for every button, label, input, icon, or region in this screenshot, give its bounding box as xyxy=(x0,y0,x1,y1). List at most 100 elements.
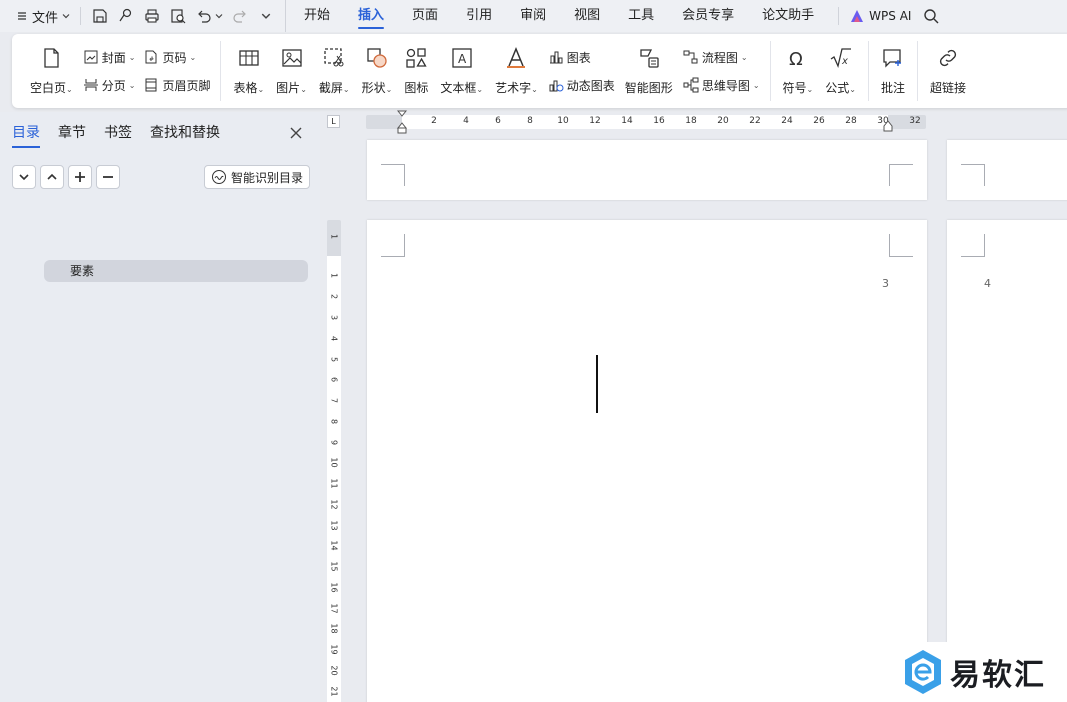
smart-graphic-button[interactable]: 智能图形 xyxy=(619,44,679,98)
tab-review[interactable]: 审阅 xyxy=(506,0,560,32)
hyperlink-button[interactable]: 超链接 xyxy=(924,44,972,98)
ruler-tick: 8 xyxy=(329,418,339,425)
nav-tab-sections[interactable]: 章节 xyxy=(58,112,86,154)
wps-ai-label: WPS AI xyxy=(869,9,912,23)
mindmap-label: 思维导图 xyxy=(701,78,750,93)
formula-button[interactable]: x 公式⌄ xyxy=(819,44,862,98)
ruler-tick: 24 xyxy=(781,116,793,126)
cover-button[interactable]: 封面 ⌄ xyxy=(83,46,135,68)
page-4[interactable]: 4 xyxy=(947,220,1067,702)
page-break-button[interactable]: 分页 ⌄ xyxy=(83,74,135,96)
blank-page-label: 空白页 xyxy=(30,81,67,95)
toc-toolbar: 智能识别目录 xyxy=(0,162,320,192)
page-previous-left[interactable] xyxy=(367,140,927,200)
search-icon[interactable] xyxy=(923,8,939,24)
header-footer-label: 页眉页脚 xyxy=(162,78,211,93)
picture-button[interactable]: 图片⌄ xyxy=(270,44,313,98)
tab-tools[interactable]: 工具 xyxy=(614,0,668,32)
chevron-down-icon[interactable] xyxy=(261,11,271,21)
chevron-up-icon xyxy=(47,173,57,180)
redo-icon[interactable] xyxy=(231,7,249,25)
quick-access-toolbar xyxy=(80,7,271,25)
page-number-button[interactable]: # 页码 ⌄ xyxy=(143,46,210,68)
toc-item[interactable]: 要素 xyxy=(44,260,308,282)
textbox-label: 文本框 xyxy=(440,81,477,95)
ribbon-group-comments: 批注 xyxy=(869,41,918,101)
ruler-tick: 10 xyxy=(329,457,339,468)
indent-marker-icon[interactable] xyxy=(397,110,407,136)
ruler-tab-selector[interactable]: L xyxy=(327,115,340,128)
ruler-tick: 11 xyxy=(329,478,339,489)
wordart-button[interactable]: 艺术字⌄ xyxy=(489,44,544,98)
watermark-text: 易软汇 xyxy=(950,658,1046,693)
text-cursor xyxy=(596,355,598,413)
hamburger-icon xyxy=(18,12,26,20)
mindmap-button[interactable]: 思维导图 ⌄ xyxy=(683,74,760,96)
expand-down-button[interactable] xyxy=(12,165,36,189)
page-previous-right[interactable] xyxy=(947,140,1067,200)
chart-button[interactable]: 图表 xyxy=(548,46,615,68)
page-break-label: 分页 xyxy=(101,78,126,93)
undo-icon[interactable] xyxy=(195,7,213,25)
remove-toc-item-button[interactable] xyxy=(96,165,120,189)
vertical-ruler[interactable]: 1 1 2 3 4 5 6 7 8 9 10 11 12 13 14 15 16… xyxy=(327,220,341,702)
ruler-tick: 10 xyxy=(557,116,569,126)
nav-tab-toc[interactable]: 目录 xyxy=(12,112,40,154)
comment-label: 批注 xyxy=(880,81,905,95)
print-preview-icon[interactable] xyxy=(169,7,187,25)
tab-member[interactable]: 会员专享 xyxy=(668,0,748,32)
save-icon[interactable] xyxy=(91,7,109,25)
ribbon-group-symbols: Ω 符号⌄ x 公式⌄ xyxy=(771,41,869,101)
nav-tab-bookmarks[interactable]: 书签 xyxy=(104,112,132,154)
tab-page[interactable]: 页面 xyxy=(398,0,452,32)
symbol-button[interactable]: Ω 符号⌄ xyxy=(777,44,820,98)
wps-ai-button[interactable]: WPS AI xyxy=(838,7,911,25)
ribbon-group-illustrations: 表格⌄ 图片⌄ 截屏⌄ 形状⌄ 图标 A 文本框⌄ 艺术字⌄ 图表 动态图表 智… xyxy=(221,41,771,101)
ribbon-group-links: 超链接 xyxy=(918,41,978,101)
flowchart-button[interactable]: 流程图 ⌄ xyxy=(683,46,760,68)
shape-label: 形状 xyxy=(361,81,386,95)
svg-text:A: A xyxy=(458,52,467,66)
blank-page-button[interactable]: 空白页⌄ xyxy=(24,44,79,98)
picture-icon xyxy=(281,49,302,67)
svg-text:Ω: Ω xyxy=(789,49,803,70)
header-footer-button[interactable]: 页眉页脚 xyxy=(143,74,210,96)
ribbon-tabs: 开始 插入 页面 引用 审阅 视图 工具 会员专享 论文助手 xyxy=(285,0,828,32)
horizontal-ruler[interactable]: 2 4 6 8 10 12 14 16 18 20 22 24 26 28 30… xyxy=(366,110,926,134)
add-toc-item-button[interactable] xyxy=(68,165,92,189)
nav-tab-find-replace[interactable]: 查找和替换 xyxy=(150,112,220,154)
tab-home[interactable]: 开始 xyxy=(290,0,344,32)
tab-references[interactable]: 引用 xyxy=(452,0,506,32)
plus-icon xyxy=(75,172,85,182)
tab-thesis-assistant[interactable]: 论文助手 xyxy=(748,0,828,32)
dynamic-chart-button[interactable]: 动态图表 xyxy=(548,74,615,96)
symbol-label: 符号 xyxy=(782,81,807,95)
right-indent-marker-icon[interactable] xyxy=(883,120,893,132)
collapse-up-button[interactable] xyxy=(40,165,64,189)
screenshot-button[interactable]: 截屏⌄ xyxy=(313,44,356,98)
svg-text:#: # xyxy=(149,56,154,63)
navigation-tabs: 目录 章节 书签 查找和替换 xyxy=(0,112,320,154)
file-menu[interactable]: 文件 xyxy=(16,7,70,26)
icon-label: 图标 xyxy=(404,81,429,95)
icon-button[interactable]: 图标 xyxy=(398,44,434,98)
textbox-button[interactable]: A 文本框⌄ xyxy=(434,44,489,98)
navigation-pane: 目录 章节 书签 查找和替换 智能识别目录 要素 xyxy=(0,112,320,702)
tab-insert[interactable]: 插入 xyxy=(344,0,398,32)
chart-label: 图表 xyxy=(566,50,591,65)
table-button[interactable]: 表格⌄ xyxy=(227,44,270,98)
print-icon[interactable] xyxy=(143,7,161,25)
ruler-tick: 9 xyxy=(329,439,339,446)
ruler-tick: 20 xyxy=(717,116,729,126)
ruler-tick: 5 xyxy=(329,356,339,363)
ruler-tick: 14 xyxy=(329,540,339,551)
tab-view[interactable]: 视图 xyxy=(560,0,614,32)
format-painter-icon[interactable] xyxy=(117,7,135,25)
page-3[interactable]: 3 xyxy=(367,220,927,702)
close-icon[interactable] xyxy=(288,125,304,141)
smart-toc-button[interactable]: 智能识别目录 xyxy=(204,165,311,189)
shape-button[interactable]: 形状⌄ xyxy=(356,44,399,98)
chevron-down-icon[interactable] xyxy=(215,12,223,20)
chevron-down-icon xyxy=(62,14,70,19)
comment-button[interactable]: 批注 xyxy=(875,44,911,98)
